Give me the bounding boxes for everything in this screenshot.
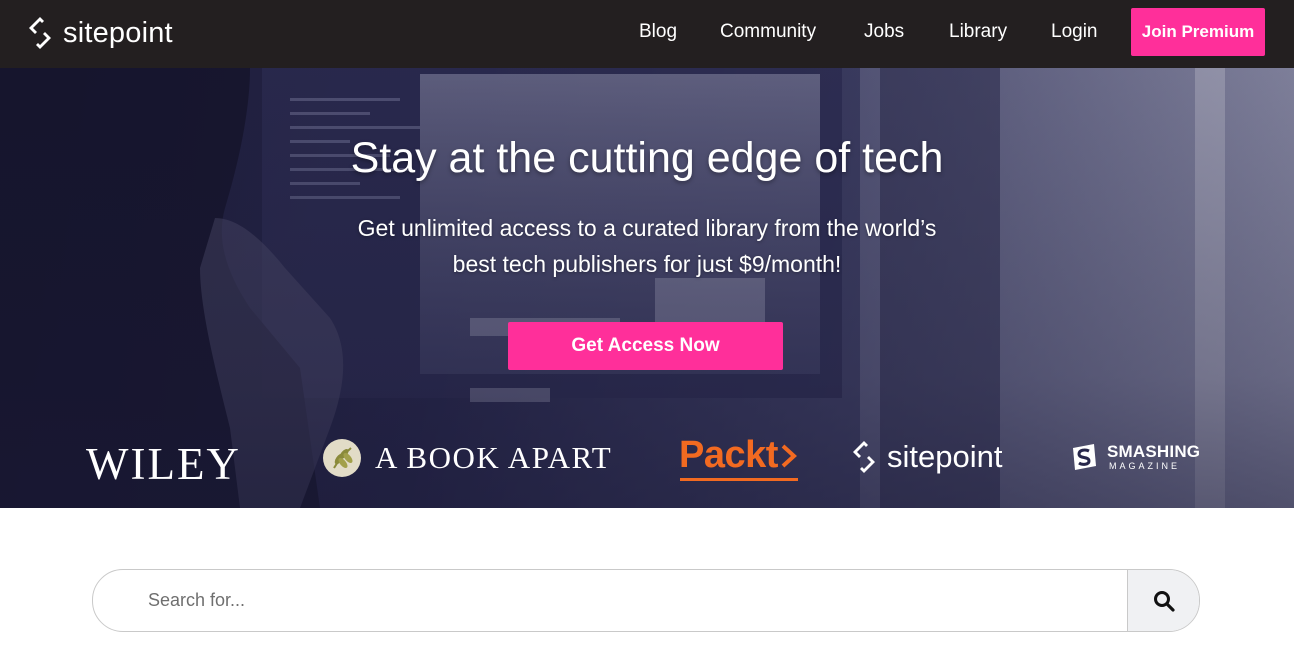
sitepoint-publisher-text: sitepoint (887, 439, 1003, 474)
packt-chevron-icon (781, 444, 797, 467)
nav-community[interactable]: Community (720, 20, 816, 44)
hero-title: Stay at the cutting edge of tech (350, 134, 944, 182)
smashing-subtitle: MAGAZINE (1109, 461, 1181, 471)
join-premium-button[interactable]: Join Premium (1131, 8, 1265, 56)
top-navbar: sitepoint Blog Community Jobs Library Lo… (0, 0, 1294, 68)
packt-underline (680, 478, 798, 481)
smashing-magazine-logo: SMASHING MAGAZINE (1069, 442, 1200, 472)
hero-subtitle-line-1: Get unlimited access to a curated librar… (357, 215, 937, 241)
packt-text: Packt (679, 434, 778, 476)
search-icon (1153, 590, 1175, 612)
nav-login[interactable]: Login (1051, 20, 1098, 44)
sitepoint-home-link[interactable]: sitepoint (25, 13, 173, 53)
search-bar (92, 569, 1200, 632)
nav-blog[interactable]: Blog (639, 20, 677, 44)
hero-subtitle-line-2: best tech publishers for just $9/month! (452, 251, 842, 277)
sitepoint-publisher-logo: sitepoint (849, 438, 1002, 476)
smashing-text: SMASHING MAGAZINE (1107, 443, 1200, 471)
nav-library[interactable]: Library (949, 20, 1007, 44)
packt-logo: Packt (679, 434, 798, 477)
brand-name: sitepoint (63, 16, 173, 49)
a-book-apart-text: A BOOK APART (375, 440, 613, 475)
wiley-logo: WILEY (86, 439, 241, 489)
sitepoint-logo-icon (29, 17, 51, 49)
hero-subtitle: Get unlimited access to a curated librar… (247, 210, 1047, 282)
sitepoint-logo-icon (853, 441, 875, 473)
smashing-s-icon (1073, 444, 1096, 470)
search-input[interactable] (93, 570, 1127, 631)
laurel-icon (323, 439, 361, 477)
search-button[interactable] (1127, 570, 1199, 631)
hero-banner: Stay at the cutting edge of tech Get unl… (0, 68, 1294, 508)
nav-jobs[interactable]: Jobs (864, 20, 904, 44)
get-access-now-button[interactable]: Get Access Now (508, 322, 783, 370)
smashing-title: SMASHING (1107, 442, 1201, 461)
a-book-apart-logo: A BOOK APART (323, 439, 612, 477)
